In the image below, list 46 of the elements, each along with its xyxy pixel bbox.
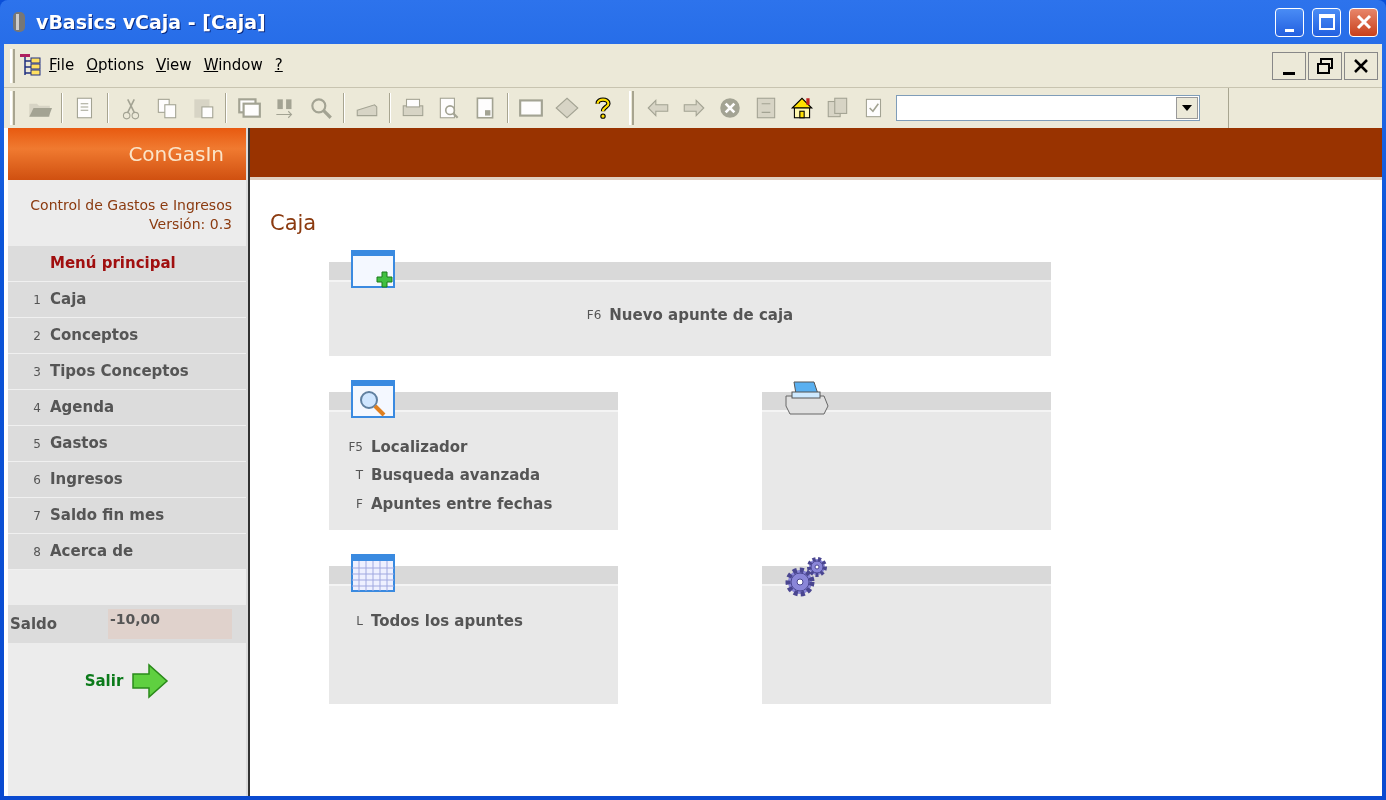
app-name: ConGasIn xyxy=(128,141,224,168)
close-icon xyxy=(1352,56,1370,75)
sidebar-item[interactable]: 8 Acerca de xyxy=(8,534,246,570)
minimize-icon xyxy=(1283,71,1295,75)
sidebar-item[interactable]: 7 Saldo fin mes xyxy=(8,498,246,534)
menu-item[interactable]: Options xyxy=(80,54,150,77)
stop-icon xyxy=(717,95,743,121)
tree-icon xyxy=(19,52,43,79)
balance-field: -10,00 xyxy=(108,609,232,639)
minimize-icon xyxy=(1285,28,1294,32)
exit-button[interactable]: Salir xyxy=(80,663,174,699)
restore-icon xyxy=(1316,56,1334,75)
sidebar-item[interactable]: 6 Ingresos xyxy=(8,462,246,498)
maximize-icon xyxy=(1318,14,1335,30)
menu-item[interactable]: File xyxy=(43,54,81,77)
diamond-icon xyxy=(554,95,580,121)
close-icon xyxy=(1355,14,1372,30)
maximize-button[interactable] xyxy=(1312,7,1341,37)
sidebar-item[interactable]: 4 Agenda xyxy=(8,390,246,426)
window-title: vBasics vCaja - [Caja] xyxy=(36,9,267,35)
sidebar-item[interactable]: 3 Tipos Conceptos xyxy=(8,354,246,390)
menu-item[interactable]: View xyxy=(150,54,198,77)
home-icon xyxy=(789,95,815,121)
windows-icon xyxy=(236,95,262,121)
sidebar-item[interactable]: 5 Gastos xyxy=(8,426,246,462)
combo-box[interactable] xyxy=(896,95,1200,121)
panel-link[interactable]: F Apuntes entre fechas xyxy=(329,492,618,515)
menu-item[interactable]: ? xyxy=(268,54,289,77)
panel-link[interactable]: L Todos los apuntes xyxy=(329,609,618,632)
app-description: Control de Gastos e Ingresos xyxy=(29,196,232,215)
restore-button[interactable] xyxy=(1308,51,1342,80)
sidebar-item[interactable]: 2 Conceptos xyxy=(8,318,246,354)
minimize-button[interactable] xyxy=(1272,51,1306,80)
menu-item[interactable]: Window xyxy=(197,54,269,77)
panel-link[interactable]: F6 Nuevo apunte de caja xyxy=(586,303,794,326)
panel-link[interactable]: F5 Localizador xyxy=(329,435,618,458)
menu-heading: Menú principal xyxy=(8,246,246,282)
version-label: Versión: 0.3 xyxy=(148,215,232,234)
sidebar-item[interactable]: 1 Caja xyxy=(8,282,246,318)
app-icon xyxy=(10,10,28,34)
magnifier-icon xyxy=(308,95,334,121)
panel-link[interactable]: T Busqueda avanzada xyxy=(329,464,618,487)
balance-label: Saldo xyxy=(9,613,59,635)
close-button[interactable] xyxy=(1344,51,1378,80)
arrow-icon xyxy=(131,663,170,699)
page-title: Caja xyxy=(270,210,318,237)
